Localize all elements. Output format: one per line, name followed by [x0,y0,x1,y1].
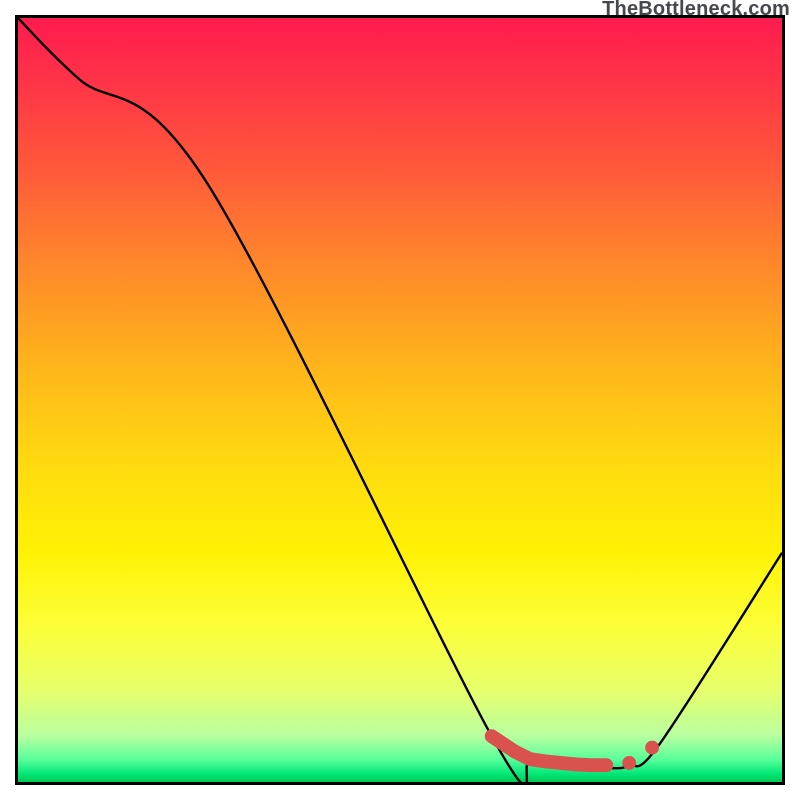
curve-path [18,18,782,782]
watermark-text: TheBottleneck.com [602,0,790,21]
chart-svg [18,18,782,782]
markers-stroke [492,736,607,765]
chart-frame [15,15,785,785]
markers-group [492,736,659,770]
marker-dot [622,756,636,770]
marker-dot [645,741,659,755]
